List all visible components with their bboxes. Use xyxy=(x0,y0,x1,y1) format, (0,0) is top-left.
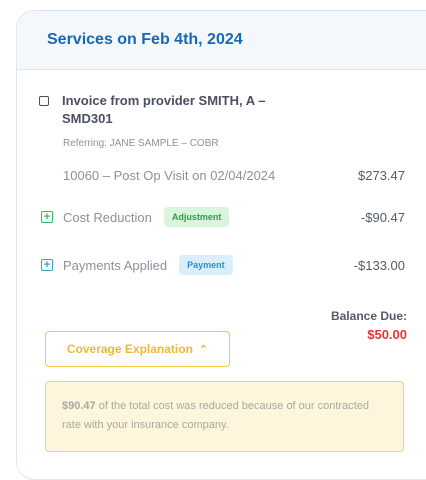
adjustment-amount: -$90.47 xyxy=(360,209,405,225)
services-card: Services on Feb 4th, 2024 Invoice from p… xyxy=(16,10,426,480)
line-item-amount: $273.47 xyxy=(358,168,405,183)
adjustment-row-cost-reduction: + Cost Reduction Adjustment -$90.47 xyxy=(41,207,405,227)
coverage-note: $90.47 of the total cost was reduced bec… xyxy=(45,381,404,452)
plus-square-icon[interactable]: + xyxy=(41,259,53,271)
balance-due-label: Balance Due: xyxy=(330,309,407,323)
balance-due-value: $50.00 xyxy=(367,327,407,342)
note-text: of the total cost was reduced because of… xyxy=(62,400,369,431)
note-amount: $90.47 xyxy=(62,400,96,412)
invoice-row: Invoice from provider SMITH, A – SMD301 xyxy=(39,92,292,128)
adjustment-badge: Payment xyxy=(179,255,233,275)
adjustment-label: Cost Reduction xyxy=(63,209,152,225)
card-title: Services on Feb 4th, 2024 xyxy=(47,31,243,48)
adjustment-badge: Adjustment xyxy=(163,207,230,227)
coverage-explanation-button[interactable]: Coverage Explanation ⌃ xyxy=(45,331,230,367)
referring-text: Referring: JANE SAMPLE – COBR xyxy=(63,138,219,149)
coverage-button-label: Coverage Explanation xyxy=(66,342,193,356)
adjustment-amount: -$133.00 xyxy=(353,257,405,273)
line-item-label: 10060 – Post Op Visit on 02/04/2024 xyxy=(63,168,276,183)
line-item: 10060 – Post Op Visit on 02/04/2024 $273… xyxy=(63,168,405,183)
chevron-up-icon: ⌃ xyxy=(198,343,209,356)
invoice-title: Invoice from provider SMITH, A – SMD301 xyxy=(62,93,266,126)
plus-square-icon[interactable]: + xyxy=(41,211,53,223)
adjustment-row-payments-applied: + Payments Applied Payment -$133.00 xyxy=(41,255,405,275)
invoice-checkbox[interactable] xyxy=(39,96,49,106)
adjustment-label: Payments Applied xyxy=(63,257,168,273)
card-header: Services on Feb 4th, 2024 xyxy=(17,11,426,70)
